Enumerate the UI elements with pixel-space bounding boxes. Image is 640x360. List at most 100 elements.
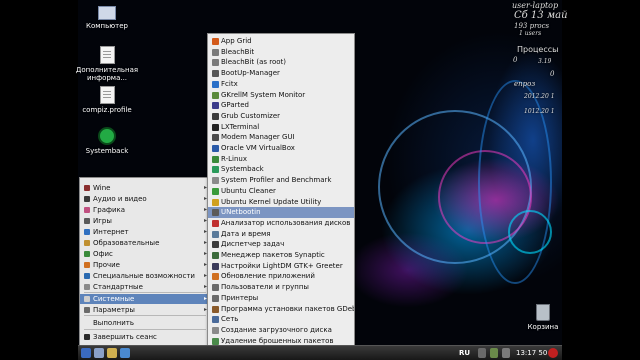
conky-date: Сб 13 май: [514, 10, 568, 21]
clock[interactable]: 13:17 50: [516, 348, 547, 359]
submenu-item[interactable]: App Grid: [208, 36, 354, 47]
start-menu-item[interactable]: Игры ▸: [80, 216, 210, 226]
app-icon: [212, 123, 219, 131]
menu-item-label: Интернет: [93, 228, 129, 236]
submenu-item[interactable]: Fcitx: [208, 79, 354, 90]
menu-separator: [84, 315, 206, 316]
app-icon: [212, 219, 219, 227]
submenu-item-label: GParted: [221, 101, 249, 110]
submenu-item[interactable]: BleachBit: [208, 47, 354, 58]
submenu-item[interactable]: Анализатор использования дисков: [208, 218, 354, 229]
menu-item-icon: [84, 251, 90, 257]
systemback-icon: [98, 127, 116, 145]
conky-host: user-laptop: [512, 1, 559, 10]
app-icon: [212, 48, 219, 56]
menu-item-label: Прочие: [93, 261, 120, 269]
app-icon: [212, 241, 219, 249]
submenu-item[interactable]: Ubuntu Cleaner: [208, 186, 354, 197]
submenu-item[interactable]: GParted: [208, 100, 354, 111]
start-menu-item[interactable]: Аудио и видео ▸: [80, 194, 210, 204]
desktop-icon-label: Systemback: [85, 147, 129, 155]
submenu-item-label: Пользователи и группы: [221, 283, 309, 292]
desktop-icon-label: Дополнительная информа...: [75, 66, 139, 82]
compiz-profile-desktop-icon[interactable]: compiz.profile: [72, 86, 142, 114]
submenu-item[interactable]: Обновление приложений: [208, 271, 354, 282]
info-file-desktop-icon[interactable]: Дополнительная информа...: [72, 46, 142, 82]
start-menu-item[interactable]: Специальные возможности ▸: [80, 271, 210, 281]
conky-line: 2012.20 1: [524, 93, 555, 100]
submenu-item-label: R-Linux: [221, 154, 247, 163]
menu-item-label: Офис: [93, 250, 113, 258]
menu-item-label: Wine: [93, 184, 111, 192]
menu-item-icon: [84, 196, 90, 202]
submenu-item-label: Fcitx: [221, 79, 238, 88]
taskbar: RU 13:17 50: [78, 345, 562, 360]
submenu-item[interactable]: System Profiler and Benchmark: [208, 175, 354, 186]
start-menu-item[interactable]: Параметры ▸: [80, 305, 210, 315]
file-manager-icon[interactable]: [107, 348, 117, 358]
submenu-item-label: Создание загрузочного диска: [221, 325, 332, 334]
app-icon: [212, 337, 219, 345]
submenu-item[interactable]: Oracle VM VirtualBox: [208, 143, 354, 154]
app-icon: [212, 155, 219, 163]
submenu-item[interactable]: BootUp-Manager: [208, 68, 354, 79]
submenu-item[interactable]: BleachBit (as root): [208, 57, 354, 68]
start-menu-item[interactable]: Стандартные ▸: [80, 282, 210, 292]
submenu-item[interactable]: UNetbootin: [208, 207, 354, 218]
submenu-item[interactable]: Modem Manager GUI: [208, 132, 354, 143]
submenu-item[interactable]: R-Linux: [208, 154, 354, 165]
submenu-item-label: GKrellM System Monitor: [221, 90, 306, 99]
trash-icon: [536, 304, 550, 321]
network-icon[interactable]: [478, 348, 486, 358]
submenu-item[interactable]: Дата и время: [208, 229, 354, 240]
computer-desktop-icon[interactable]: Компьютер: [72, 6, 142, 30]
start-menu-item[interactable]: Системные ▸: [80, 294, 210, 304]
submenu-item[interactable]: Менеджер пакетов Synaptic: [208, 250, 354, 261]
start-menu-item[interactable]: Графика ▸: [80, 205, 210, 215]
app-icon: [212, 284, 219, 292]
submenu-item[interactable]: Ubuntu Kernel Update Utility: [208, 197, 354, 208]
volume-icon[interactable]: [502, 348, 510, 358]
start-menu-item[interactable]: Интернет ▸: [80, 227, 210, 237]
show-desktop-icon[interactable]: [94, 348, 104, 358]
menu-item-icon: [84, 262, 90, 268]
submenu-item[interactable]: Пользователи и группы: [208, 282, 354, 293]
screen: Компьютер Дополнительная информа... comp…: [0, 0, 640, 360]
start-menu-item[interactable]: Wine ▸: [80, 183, 210, 193]
conky-procs: 193 procs: [514, 22, 550, 30]
start-menu-button[interactable]: [81, 348, 91, 358]
power-icon[interactable]: [548, 348, 558, 358]
start-menu-item[interactable]: Завершить сеанс: [80, 332, 210, 342]
keyboard-layout-indicator[interactable]: RU: [459, 348, 470, 359]
submenu-item[interactable]: Диспетчер задач: [208, 239, 354, 250]
submenu-item-label: Ubuntu Cleaner: [221, 186, 276, 195]
submenu-item[interactable]: Grub Customizer: [208, 111, 354, 122]
browser-icon[interactable]: [120, 348, 130, 358]
app-icon: [212, 59, 219, 67]
conky-zero-bottom: 0: [550, 70, 555, 78]
submenu-item[interactable]: LXTerminal: [208, 122, 354, 133]
submenu-item-label: Сеть: [221, 315, 239, 324]
start-menu-item[interactable]: Выполнить: [80, 318, 210, 328]
battery-icon[interactable]: [490, 348, 498, 358]
conky-zero-top: 0: [513, 56, 518, 64]
submenu-item[interactable]: Сеть: [208, 314, 354, 325]
submenu-item-label: Диспетчер задач: [221, 240, 285, 249]
start-menu-item[interactable]: Офис ▸: [80, 249, 210, 259]
submenu-item[interactable]: Systemback: [208, 164, 354, 175]
submenu-item[interactable]: GKrellM System Monitor: [208, 90, 354, 101]
submenu-item[interactable]: Программа установки пакетов GDebi: [208, 304, 354, 315]
submenu-item[interactable]: Настройки LightDM GTK+ Greeter: [208, 261, 354, 272]
trash-desktop-icon[interactable]: Корзина: [508, 304, 578, 331]
systemback-desktop-icon[interactable]: Systemback: [72, 127, 142, 155]
desktop-icon-label: Компьютер: [86, 22, 128, 30]
menu-item-icon: [84, 229, 90, 235]
menu-item-label: Графика: [93, 206, 126, 214]
submenu-item[interactable]: Принтеры: [208, 293, 354, 304]
menu-item-label: Системные: [93, 295, 135, 303]
submenu-item[interactable]: Создание загрузочного диска: [208, 325, 354, 336]
start-menu-item[interactable]: Прочие ▸: [80, 260, 210, 270]
submenu-item-label: BleachBit (as root): [221, 58, 287, 67]
start-menu-item[interactable]: Образовательные ▸: [80, 238, 210, 248]
desktop-icon-label: compiz.profile: [82, 106, 132, 114]
